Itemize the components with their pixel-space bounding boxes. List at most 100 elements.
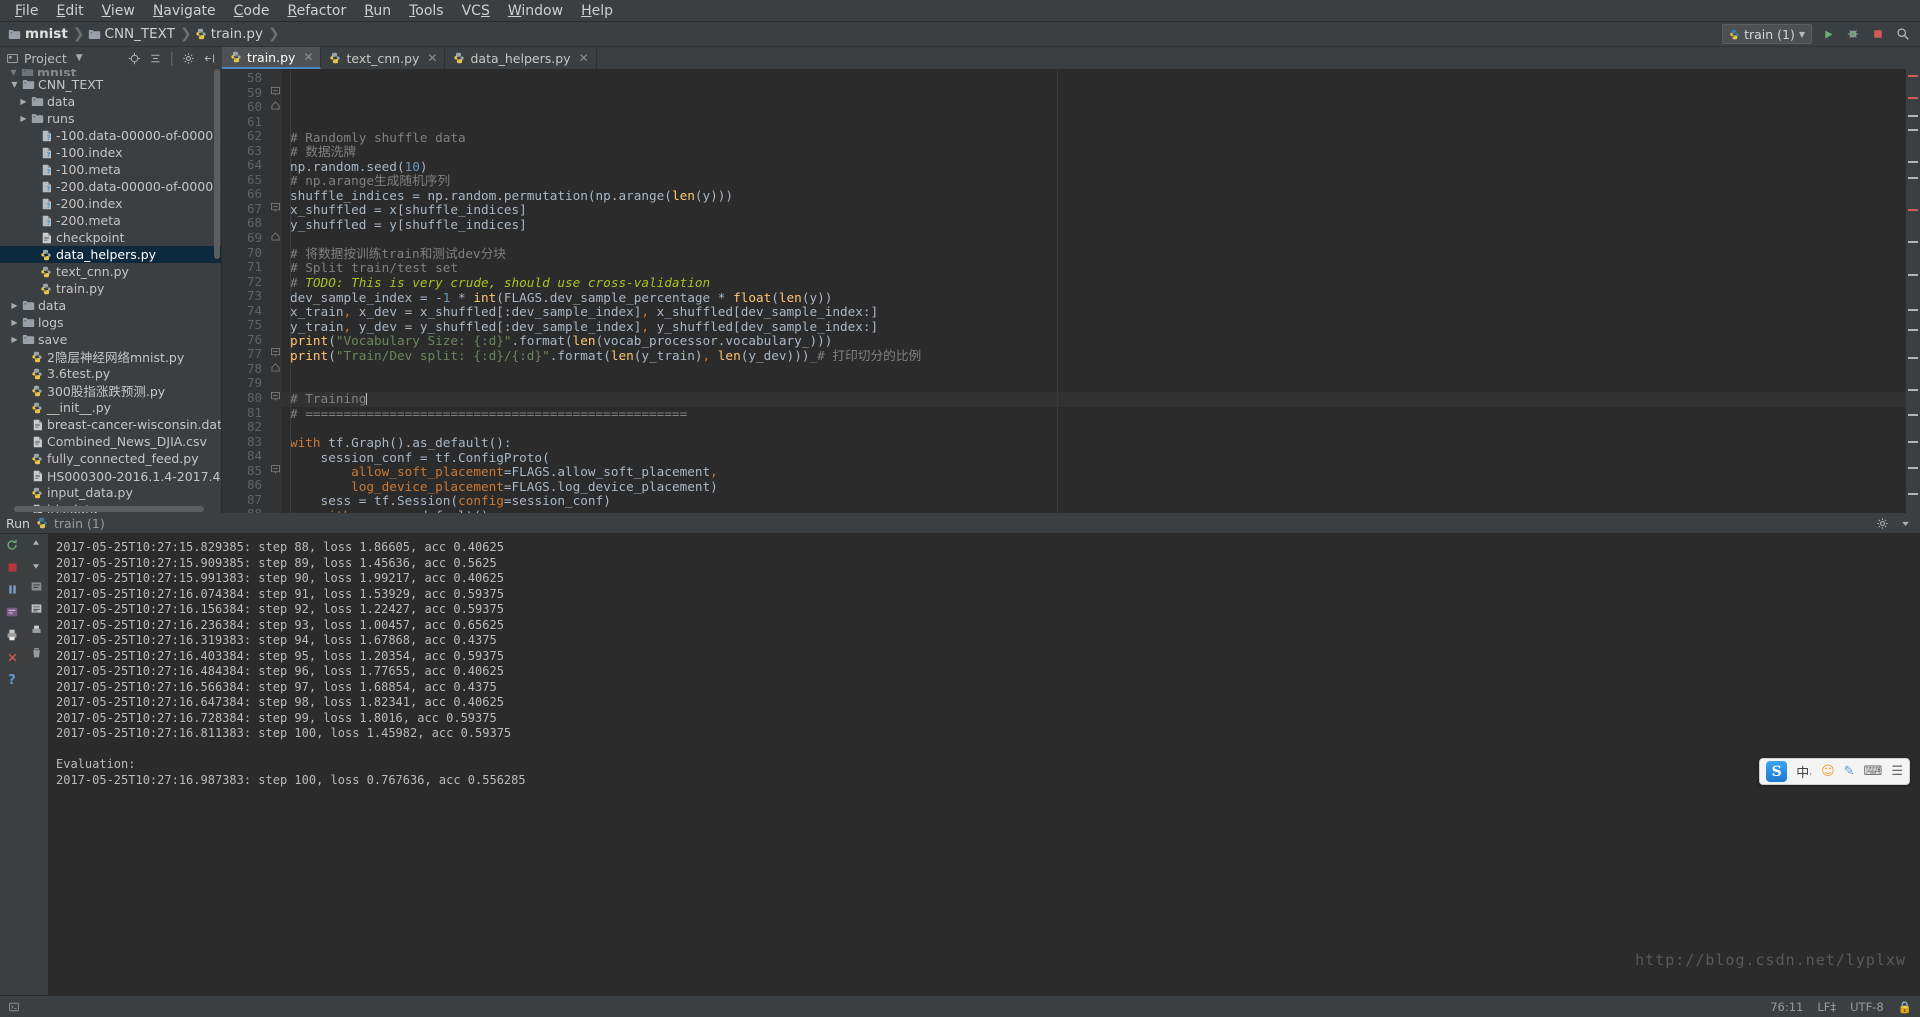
chevron-right-icon[interactable]: ▶: [18, 114, 29, 123]
code-line[interactable]: # Split train/test set: [282, 261, 1920, 276]
error-stripe[interactable]: [1908, 75, 1918, 77]
chevron-right-icon[interactable]: ▶: [9, 301, 20, 310]
menu-item-file[interactable]: File: [6, 1, 47, 21]
status-item[interactable]: 🔒: [1898, 1000, 1912, 1014]
error-stripe[interactable]: [1908, 274, 1918, 276]
rerun-icon[interactable]: [5, 538, 19, 552]
fold-collapse-icon[interactable]: [268, 464, 282, 479]
menu-item-code[interactable]: Code: [225, 1, 279, 21]
down-arrow-icon[interactable]: [30, 559, 42, 571]
soft-wrap-icon[interactable]: [30, 580, 43, 593]
project-panel-header[interactable]: Project ▼ |: [0, 47, 222, 69]
tree-item-combined-news-djia-csv[interactable]: Combined_News_DJIA.csv: [0, 433, 221, 450]
ime-keyboard-icon[interactable]: ⌨: [1864, 764, 1883, 779]
tree-item-text-cnn-py[interactable]: text_cnn.py: [0, 263, 221, 280]
tree-item-logs[interactable]: ▶logs: [0, 314, 221, 331]
tree-item-data[interactable]: ▶data: [0, 93, 221, 110]
fold-collapse-icon[interactable]: [268, 202, 282, 217]
menu-item-vcs[interactable]: VCS: [453, 1, 499, 21]
run-configuration-selector[interactable]: train (1) ▼: [1722, 24, 1812, 44]
up-arrow-icon[interactable]: [30, 538, 42, 550]
tree-item--100-meta[interactable]: ?-100.meta: [0, 161, 221, 178]
tree-item-runs[interactable]: ▶runs: [0, 110, 221, 127]
error-stripe[interactable]: [1908, 177, 1918, 179]
code-line[interactable]: # np.arange生成随机序列: [282, 174, 1920, 189]
stop-button[interactable]: [1869, 25, 1887, 43]
console-output[interactable]: 2017-05-25T10:27:15.829385: step 88, los…: [48, 534, 1920, 995]
ime-language-toggle[interactable]: 中,: [1796, 762, 1812, 781]
code-line[interactable]: x_train, x_dev = x_shuffled[:dev_sample_…: [282, 305, 1920, 320]
close-icon[interactable]: [6, 651, 19, 664]
fold-end-icon[interactable]: [268, 362, 282, 377]
collapse-all-icon[interactable]: [149, 52, 162, 65]
code-line[interactable]: # Randomly shuffle data: [282, 131, 1920, 146]
code-line[interactable]: allow_soft_placement=FLAGS.allow_soft_pl…: [282, 465, 1920, 480]
menu-item-tools[interactable]: Tools: [400, 1, 453, 21]
code-line[interactable]: [282, 116, 1920, 131]
error-stripe[interactable]: [1908, 389, 1918, 391]
fold-collapse-icon[interactable]: [268, 391, 282, 406]
tree-item-data[interactable]: ▶data: [0, 297, 221, 314]
tree-item-cnn-text[interactable]: ▼CNN_TEXT: [0, 76, 221, 93]
pause-icon[interactable]: [6, 583, 19, 596]
error-stripe[interactable]: [1908, 493, 1918, 495]
close-icon[interactable]: ✕: [303, 50, 313, 64]
status-item[interactable]: 76:11: [1770, 1000, 1803, 1014]
breadcrumb-item-mnist[interactable]: mnist❯: [8, 26, 88, 42]
menu-item-run[interactable]: Run: [355, 1, 400, 21]
menu-item-view[interactable]: View: [93, 1, 144, 21]
tree-item--100-data-00000-of-00001[interactable]: ?-100.data-00000-of-00001: [0, 127, 221, 144]
tree-item-2-mnist-py[interactable]: 2隐层神经网络mnist.py: [0, 348, 221, 365]
editor-tab-data_helpers-py[interactable]: data_helpers.py✕: [445, 47, 596, 69]
code-line[interactable]: log_device_placement=FLAGS.log_device_pl…: [282, 480, 1920, 495]
error-stripe[interactable]: [1908, 309, 1918, 311]
menu-item-help[interactable]: Help: [572, 1, 622, 21]
debug-button[interactable]: [1844, 25, 1862, 43]
fold-end-icon[interactable]: [268, 100, 282, 115]
tree-item-fully-connected-feed-py[interactable]: fully_connected_feed.py: [0, 450, 221, 467]
stop-icon[interactable]: [6, 561, 19, 574]
menu-item-window[interactable]: Window: [499, 1, 572, 21]
code-line[interactable]: [282, 378, 1920, 393]
breadcrumb-item-train-py[interactable]: train.py❯: [195, 26, 283, 42]
code-line[interactable]: y_shuffled = y[shuffle_indices]: [282, 218, 1920, 233]
chevron-right-icon[interactable]: ▶: [9, 335, 20, 344]
error-stripe[interactable]: [1908, 115, 1918, 117]
help-icon[interactable]: ?: [8, 673, 16, 688]
close-icon[interactable]: ✕: [427, 51, 437, 65]
error-stripe[interactable]: [1908, 209, 1918, 211]
code-line[interactable]: print("Train/Dev split: {:d}/{:d}".forma…: [282, 349, 1920, 364]
search-icon[interactable]: [1894, 25, 1912, 43]
minimize-icon[interactable]: [1899, 517, 1912, 530]
chevron-down-icon[interactable]: ▼: [1799, 30, 1805, 39]
error-stripe[interactable]: [1908, 357, 1918, 359]
run-button[interactable]: [1819, 25, 1837, 43]
tree-item--200-index[interactable]: ?-200.index: [0, 195, 221, 212]
code-line[interactable]: shuffle_indices = np.random.permutation(…: [282, 189, 1920, 204]
menu-item-edit[interactable]: Edit: [47, 1, 92, 21]
error-stripe[interactable]: [1908, 97, 1918, 99]
breadcrumb-item-CNN_TEXT[interactable]: CNN_TEXT❯: [88, 26, 195, 42]
fold-end-icon[interactable]: [268, 231, 282, 246]
ime-pen-icon[interactable]: ✎: [1844, 764, 1855, 779]
error-stripe[interactable]: [1908, 467, 1918, 469]
error-stripe[interactable]: [1908, 161, 1918, 163]
error-stripe[interactable]: [1908, 414, 1918, 416]
project-tree[interactable]: ▼mnist▼CNN_TEXT▶data▶runs?-100.data-0000…: [0, 69, 222, 513]
settings-icon[interactable]: [182, 52, 195, 65]
terminal-icon[interactable]: [8, 1001, 20, 1013]
fold-collapse-icon[interactable]: [268, 347, 282, 362]
error-stripe[interactable]: [1908, 129, 1918, 131]
tree-item--200-meta[interactable]: ?-200.meta: [0, 212, 221, 229]
tree-item--init-py[interactable]: __init__.py: [0, 399, 221, 416]
code-line[interactable]: # Training: [282, 392, 1920, 407]
editor-tab-text_cnn-py[interactable]: text_cnn.py✕: [321, 47, 445, 69]
code-folding-column[interactable]: [268, 69, 282, 513]
trace-over-icon[interactable]: [5, 605, 19, 619]
scroll-to-end-icon[interactable]: [30, 602, 43, 615]
scroll-from-source-icon[interactable]: [128, 52, 141, 65]
ime-toolbar[interactable]: S 中, ☺ ✎ ⌨ ☰: [1759, 758, 1910, 785]
code-line[interactable]: y_train, y_dev = y_shuffled[:dev_sample_…: [282, 320, 1920, 335]
status-item[interactable]: LF‡: [1817, 1000, 1836, 1014]
tree-item-data-helpers-py[interactable]: data_helpers.py: [0, 246, 221, 263]
